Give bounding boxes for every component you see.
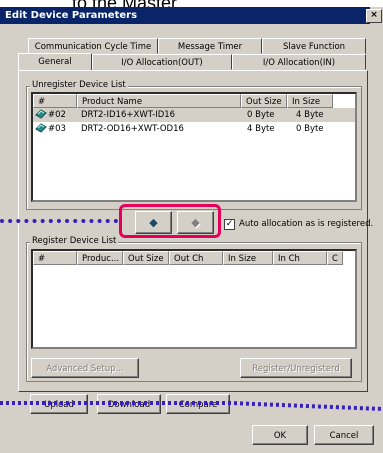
column-header-number[interactable]: # <box>33 94 77 108</box>
column-header-in-size[interactable]: In Size <box>223 251 273 265</box>
column-header-in-size[interactable]: In Size <box>287 94 333 108</box>
column-header-product-name[interactable]: Product Name <box>77 94 241 108</box>
column-header-out-size[interactable]: Out Size <box>123 251 169 265</box>
column-header-number[interactable]: # <box>33 251 77 265</box>
ok-button[interactable]: OK <box>252 425 308 445</box>
tab-general[interactable]: General <box>18 53 92 71</box>
row-in-size: 4 Byte <box>296 110 324 120</box>
tab-io-allocation-out[interactable]: I/O Allocation(OUT) <box>92 54 232 70</box>
device-icon <box>35 108 47 122</box>
advanced-setup-button[interactable]: Advanced Setup... <box>31 358 139 378</box>
move-up-button[interactable]: ◆ <box>177 211 214 234</box>
dialog-title: Edit Device Parameters <box>0 7 370 24</box>
cancel-button[interactable]: Cancel <box>314 425 374 445</box>
tab-io-allocation-in[interactable]: I/O Allocation(IN) <box>232 54 366 70</box>
unregister-device-label: Unregister Device List <box>30 80 128 90</box>
row-in-size: 0 Byte <box>296 124 324 134</box>
tab-communication-cycle-time[interactable]: Communication Cycle Time <box>28 38 158 54</box>
annotation-dotted-line <box>0 401 383 411</box>
row-product-name: DRT2-OD16+XWT-OD16 <box>81 124 184 134</box>
column-header-out-ch[interactable]: Out Ch <box>169 251 223 265</box>
column-header-in-ch[interactable]: In Ch <box>273 251 327 265</box>
device-icon <box>35 122 47 136</box>
row-number: #03 <box>48 124 66 134</box>
tab-slave-function[interactable]: Slave Function <box>262 38 366 54</box>
register-unregister-button[interactable]: Register/Unregisterd <box>240 358 352 378</box>
row-product-name: DRT2-ID16+XWT-ID16 <box>81 110 176 120</box>
column-header-c[interactable]: C <box>327 251 343 265</box>
row-out-size: 0 Byte <box>247 110 275 120</box>
move-down-button[interactable]: ◆ <box>135 211 172 234</box>
auto-allocation-checkbox[interactable]: ✓ <box>224 219 235 230</box>
close-button[interactable]: × <box>366 9 382 23</box>
row-number: #02 <box>48 110 66 120</box>
annotation-dotted-line <box>0 219 118 223</box>
auto-allocation-label: Auto allocation as is registered. <box>239 219 374 229</box>
register-device-label: Register Device List <box>30 236 119 246</box>
row-out-size: 4 Byte <box>247 124 275 134</box>
tab-message-timer[interactable]: Message Timer <box>158 38 262 54</box>
column-header-product[interactable]: Produc... <box>77 251 123 265</box>
column-header-out-size[interactable]: Out Size <box>241 94 287 108</box>
